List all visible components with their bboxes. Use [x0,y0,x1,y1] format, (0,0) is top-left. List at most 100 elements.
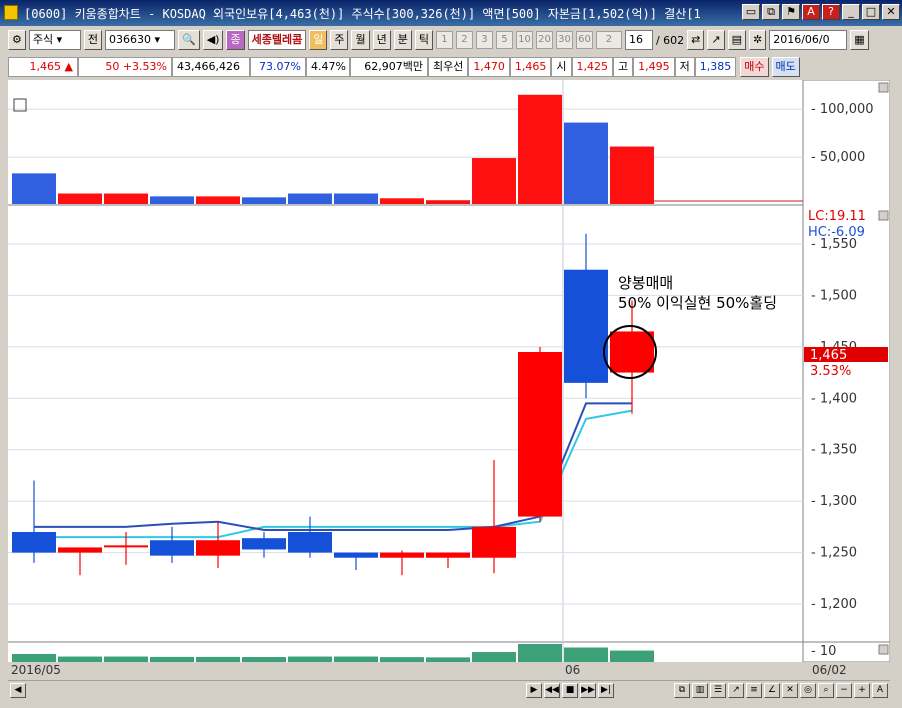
scroll-rewind-icon[interactable]: ◀◀ [544,683,560,698]
volume-bar [380,198,424,204]
speaker-icon[interactable]: ◀) [202,30,224,50]
stock-code-input[interactable]: 036630 ▾ [105,30,175,50]
x-axis: 2016/05 06 06/02 [8,662,890,680]
panel-close-icon[interactable] [878,82,889,93]
tool-eye-icon[interactable]: ◎ [800,683,816,698]
tool-list-icon[interactable]: ☰ [710,683,726,698]
tool-cross-icon[interactable]: ✕ [782,683,798,698]
indicator-tick-label: - 10 [811,644,836,659]
volume-ratio: 73.07% [250,57,306,77]
period-minute-button[interactable]: 분 [393,30,412,50]
zoom-search-icon[interactable]: ⌕ [818,683,834,698]
volume-tick-label: - 100,000 [811,102,874,117]
x-tick-june: 06 [565,663,581,677]
volume-bar [334,193,378,204]
low-price: 1,385 [694,57,737,77]
stock-chart[interactable]: - 1,550- 1,500- 1,450- 1,400- 1,350- 1,3… [8,80,890,662]
zoom-out-icon[interactable]: − [836,683,852,698]
interval-20-button[interactable]: 20 [535,31,553,49]
window-flag-icon[interactable]: ⚑ [782,4,800,20]
zoom-in-icon[interactable]: ⇄ [687,30,705,50]
hc-label: HC:-6.09 [808,225,865,240]
price-panel-close-icon[interactable] [878,210,889,221]
line-tool-icon[interactable]: ↗ [707,30,725,50]
candle-body [380,552,424,558]
font-size-icon[interactable]: A [872,683,888,698]
x-tick-end: 06/02 [812,663,847,677]
period-day-button[interactable]: 일 [309,30,328,50]
tool-fib-icon[interactable]: ≡ [746,683,762,698]
volume-bar [472,158,516,204]
date-input[interactable]: 2016/06/0 [769,30,848,50]
sell-button[interactable]: 매도 [771,57,800,77]
volume-bar [288,193,332,204]
tool-trend-icon[interactable]: ↗ [728,683,744,698]
volume-bar [564,122,608,204]
high-label: 고 [613,57,634,77]
window-tile-icon[interactable]: ▭ [742,4,760,20]
buy-button[interactable]: 매수 [740,57,769,77]
candle-body [196,540,240,556]
scroll-end-icon[interactable]: ▶| [598,683,614,698]
interval-2-button[interactable]: 2 [455,31,473,49]
window-title: [0600] 키움종합차트 - KOSDAQ 외국인보유[4,463(천)] 주… [24,6,701,21]
low-label: 저 [674,57,695,77]
period-week-button[interactable]: 주 [330,30,349,50]
tool-angle-icon[interactable]: ∠ [764,683,780,698]
zoom-plus-icon[interactable]: + [854,683,870,698]
window-titlebar: [0600] 키움종합차트 - KOSDAQ 외국인보유[4,463(천)] 주… [0,0,902,26]
current-change-tag: 3.53% [810,364,851,379]
window-close-icon[interactable]: ✕ [882,4,900,20]
price-change: 50 +3.53% [78,57,172,77]
indicator-bar [518,644,562,662]
period-tick-button[interactable]: 틱 [414,30,433,50]
interval-60-button[interactable]: 60 [575,31,593,49]
lc-label: LC:19.11 [808,209,866,224]
volume-bar [518,94,562,204]
price-tick-label: - 1,250 [811,546,857,561]
scroll-left-icon[interactable]: ◀ [10,683,26,698]
search-icon[interactable]: 🔍 [178,30,200,50]
settings-gear-icon[interactable]: ✲ [749,30,767,50]
interval-30-button[interactable]: 30 [555,31,573,49]
app-icon [4,5,18,20]
calendar-icon[interactable]: ▦ [850,30,869,50]
tool-split-icon[interactable]: ▥ [692,683,708,698]
indicator-panel-close-icon[interactable] [878,644,889,655]
market-type-select[interactable]: 주식 ▾ [28,30,81,50]
tool-copy-icon[interactable]: ⧉ [674,683,690,698]
window-maximize-icon[interactable]: □ [862,4,880,20]
candle-body [334,552,378,558]
interval-1-button[interactable]: 1 [435,31,453,49]
window-cascade-icon[interactable]: ⧉ [762,4,780,20]
candle-body [610,331,654,373]
scroll-forward-icon[interactable]: ▶▶ [580,683,596,698]
window-font-icon[interactable]: A [802,4,820,20]
scroll-stop-icon[interactable]: ■ [562,683,578,698]
trade-amount: 62,907백만 [350,57,428,77]
period-month-button[interactable]: 월 [351,30,370,50]
current-price-tag-text: 1,465 [810,348,847,363]
best-ask: 1,470 [468,57,510,77]
export-icon[interactable]: ▤ [727,30,746,50]
x-tick-start: 2016/05 [11,663,61,677]
window-help-icon[interactable]: ? [822,4,840,20]
interval-custom-select[interactable]: 2 [595,31,622,49]
open-price: 1,425 [571,57,613,77]
candle-body [288,532,332,553]
interval-3-button[interactable]: 3 [475,31,493,49]
stock-type-badge: 종 [226,30,245,50]
chart-scrollbar[interactable]: ◀ ▶ ◀◀ ■ ▶▶ ▶| ⧉ ▥ ☰ ↗ ≡ ∠ ✕ ◎ ⌕ − + A [8,680,890,700]
count-input[interactable]: 16 [624,30,653,50]
candle-body [518,352,562,517]
interval-5-button[interactable]: 5 [495,31,513,49]
prefix-button[interactable]: 전 [83,30,102,50]
chart-settings-icon[interactable]: ⚙ [8,30,26,50]
period-year-button[interactable]: 년 [372,30,391,50]
market-type-label: 주식 [32,33,54,46]
price-tick-label: - 1,350 [811,443,857,458]
window-minimize-icon[interactable]: _ [842,4,860,20]
interval-10-button[interactable]: 10 [515,31,533,49]
scroll-right-icon[interactable]: ▶ [526,683,542,698]
price-tick-label: - 1,200 [811,597,857,612]
